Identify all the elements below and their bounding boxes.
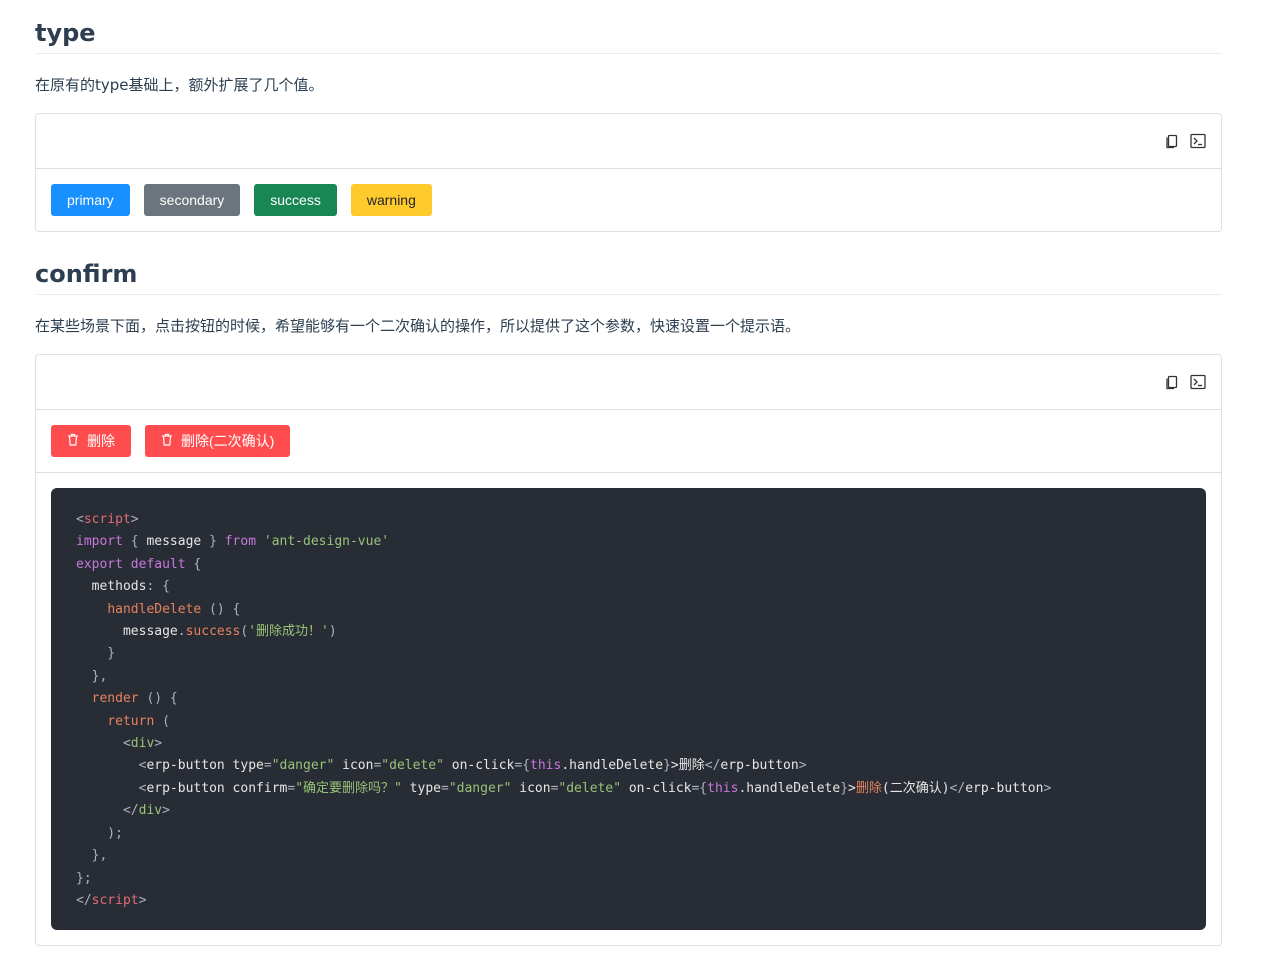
delete-confirm-button[interactable]: 删除(二次确认) bbox=[145, 425, 291, 457]
delete-button-label: 删除 bbox=[87, 433, 115, 449]
code-text: <script> import { message } from 'ant-de… bbox=[76, 512, 1052, 908]
code-block: <script> import { message } from 'ant-de… bbox=[51, 488, 1206, 930]
demo-box-type: primary secondary success warning bbox=[35, 113, 1222, 232]
secondary-button[interactable]: secondary bbox=[143, 184, 241, 216]
demo-toolbar bbox=[36, 355, 1221, 410]
terminal-icon[interactable] bbox=[1190, 133, 1206, 149]
section-title-type: type bbox=[35, 19, 96, 47]
copy-icon[interactable] bbox=[1164, 133, 1180, 149]
delete-button[interactable]: 删除 bbox=[51, 425, 131, 457]
primary-button[interactable]: primary bbox=[51, 184, 130, 216]
section-description-type: 在原有的type基础上，额外扩展了几个值。 bbox=[35, 76, 324, 94]
code-divider bbox=[36, 472, 1221, 473]
title-divider bbox=[35, 294, 1222, 295]
section-description-confirm: 在某些场景下面，点击按钮的时候，希望能够有一个二次确认的操作，所以提供了这个参数… bbox=[35, 317, 801, 335]
type-button-row: primary secondary success warning bbox=[51, 184, 432, 216]
delete-confirm-button-label: 删除(二次确认) bbox=[181, 433, 275, 449]
trash-icon bbox=[67, 433, 79, 449]
copy-icon[interactable] bbox=[1164, 374, 1180, 390]
section-title-confirm: confirm bbox=[35, 260, 138, 288]
warning-button[interactable]: warning bbox=[350, 184, 432, 216]
demo-toolbar bbox=[36, 114, 1221, 169]
terminal-icon[interactable] bbox=[1190, 374, 1206, 390]
trash-icon bbox=[161, 433, 173, 449]
title-divider bbox=[35, 53, 1222, 54]
success-button[interactable]: success bbox=[254, 184, 337, 216]
demo-box-confirm: 删除 删除(二次确认) <script> import { message } … bbox=[35, 354, 1222, 946]
confirm-button-row: 删除 删除(二次确认) bbox=[51, 425, 291, 457]
